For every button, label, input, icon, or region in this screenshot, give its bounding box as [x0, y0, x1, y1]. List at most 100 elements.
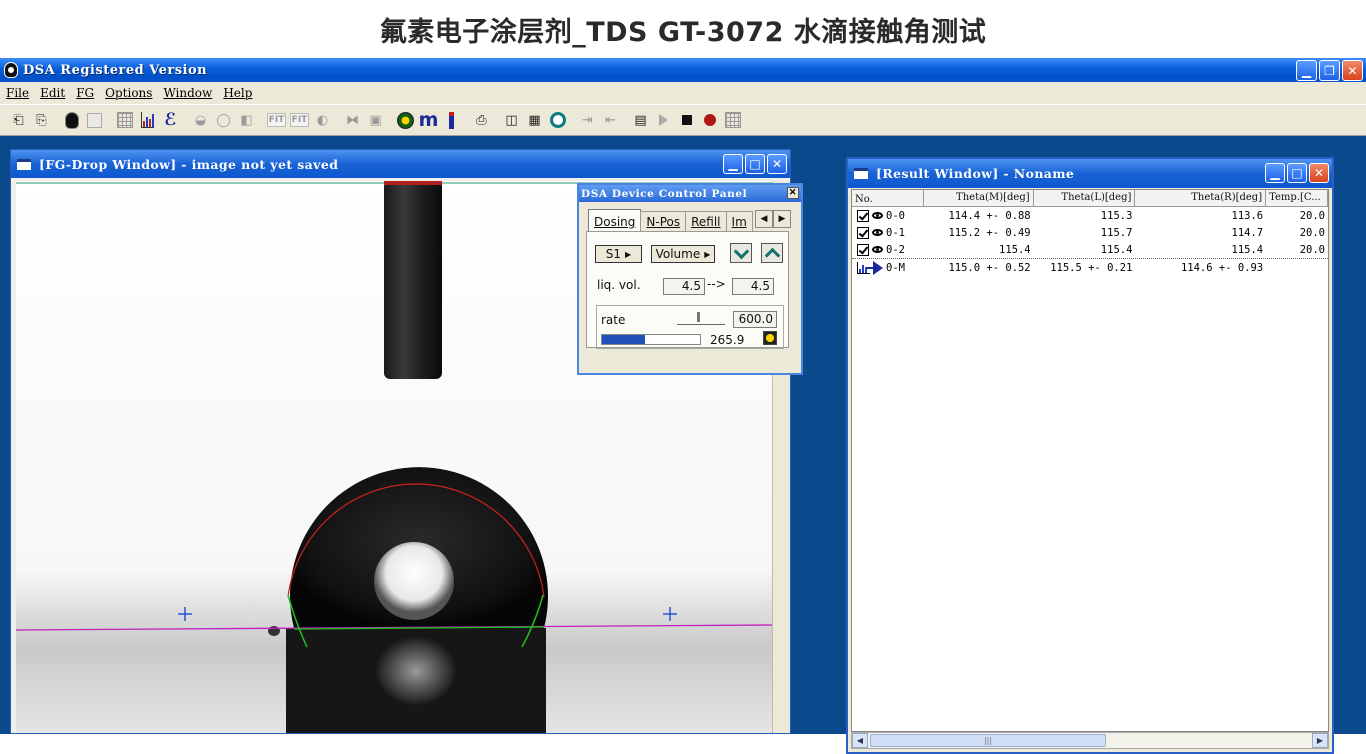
cell-theta-m: 115.4	[999, 243, 1031, 256]
liq-vol-from-field[interactable]: 4.5	[663, 278, 705, 295]
result-minimize-button[interactable]: ▁	[1265, 163, 1285, 183]
table-row-mean[interactable]: 0-M 115.0 +- 0.52 115.5 +- 0.21 114.6 +-…	[852, 259, 1328, 276]
circle-icon[interactable]: ◯	[213, 110, 234, 131]
m-icon[interactable]: m	[418, 109, 439, 131]
camera-icon[interactable]: ▣	[365, 110, 386, 131]
dosing-progress-value: 265.9	[710, 333, 745, 347]
result-horizontal-scrollbar[interactable]: ◀ ||| ▶	[851, 732, 1329, 749]
fit-icon[interactable]: FIT	[266, 110, 287, 131]
cell-theta-l: 115.5 +- 0.21	[1050, 261, 1133, 274]
drop-window-titlebar[interactable]: [FG-Drop Window] - image not yet saved ▁…	[11, 150, 790, 178]
save-icon[interactable]: ⎗	[8, 110, 29, 131]
table-row[interactable]: 0-2 115.4 115.4 115.4 20.0	[852, 241, 1328, 259]
cell-theta-r: 114.7	[1231, 226, 1264, 239]
drop-close-button[interactable]: ✕	[767, 154, 787, 174]
menu-edit[interactable]: Edit	[40, 86, 65, 100]
dosing-progress-fill	[602, 335, 646, 344]
result-maximize-button[interactable]: □	[1287, 163, 1307, 183]
tab-scroll-right-icon[interactable]: ▶	[773, 210, 791, 228]
column-theta-l[interactable]: Theta(L)[deg]	[1033, 190, 1136, 206]
menu-options[interactable]: Options	[105, 86, 152, 100]
column-theta-r[interactable]: Theta(R)[deg]	[1135, 190, 1267, 206]
app-titlebar[interactable]: DSA Registered Version ▁ ❐ ✕	[0, 58, 1366, 82]
column-temp[interactable]: Temp.[C...	[1266, 190, 1328, 206]
fit-all-label: FIT	[289, 113, 310, 127]
restore-button[interactable]: ❐	[1319, 60, 1340, 81]
shape-icon[interactable]: ◐	[312, 110, 333, 131]
device-control-panel: DSA Device Control Panel ✕ Dosing N-Pos …	[577, 183, 803, 375]
menu-window[interactable]: Window	[163, 86, 212, 100]
drop-minimize-button[interactable]: ▁	[723, 154, 743, 174]
app-title: DSA Registered Version	[23, 62, 208, 78]
drop-maximize-button[interactable]: □	[745, 154, 765, 174]
video-icon[interactable]: ◫	[501, 110, 522, 131]
mirror-icon[interactable]: ⧓	[342, 110, 363, 131]
row-id-cell: 0-M	[852, 260, 924, 275]
mode-select-button[interactable]: Volume ▶	[651, 245, 715, 263]
eye-icon	[872, 246, 883, 253]
step-forward-icon[interactable]: ⇥	[577, 110, 598, 131]
lens-icon[interactable]: ◒	[190, 110, 211, 131]
syringe-icon[interactable]	[441, 110, 462, 131]
play-icon[interactable]	[653, 110, 674, 131]
chevron-down-icon	[733, 243, 749, 259]
step-back-icon[interactable]: ⇤	[600, 110, 621, 131]
cell-theta-r: 113.6	[1231, 209, 1264, 222]
result-window: [Result Window] - Noname ▁ □ ✕ No. Theta…	[846, 157, 1334, 754]
fit-all-icon[interactable]: FIT	[289, 110, 310, 131]
tab-dosing[interactable]: Dosing	[588, 209, 642, 231]
cell-theta-r: 115.4	[1231, 243, 1264, 256]
print-icon[interactable]: ⎙	[471, 110, 492, 131]
grid-icon[interactable]	[722, 110, 743, 131]
dial-icon[interactable]	[395, 110, 416, 131]
window-icon	[854, 168, 868, 179]
table-row[interactable]: 0-1 115.2 +- 0.49 115.7 114.7 20.0	[852, 224, 1328, 241]
device-panel-titlebar[interactable]: DSA Device Control Panel ✕	[579, 185, 801, 202]
checkbox-icon[interactable]	[857, 243, 869, 256]
table-icon[interactable]	[114, 110, 135, 131]
syringe-select-button[interactable]: S1 ▶	[595, 245, 642, 263]
film-icon[interactable]: ▤	[630, 110, 651, 131]
liq-vol-arrow: -->	[707, 277, 726, 291]
cell-theta-l: 115.7	[1100, 226, 1133, 239]
scroll-thumb[interactable]: |||	[870, 734, 1106, 747]
banner: 氟素电子涂层剂_TDS GT-3072 水滴接触角测试	[0, 0, 1366, 58]
stop-icon[interactable]	[676, 110, 697, 131]
checkbox-icon[interactable]	[857, 209, 869, 222]
cell-theta-l: 115.4	[1100, 243, 1133, 256]
device-panel-close-button[interactable]: ✕	[787, 187, 799, 199]
page-icon[interactable]	[84, 110, 105, 131]
chart-icon[interactable]	[137, 110, 158, 131]
row-id-cell: 0-0	[852, 209, 924, 222]
caret-right-icon: ▶	[625, 249, 632, 259]
scroll-left-icon[interactable]: ◀	[852, 733, 868, 748]
half-icon[interactable]: ◧	[236, 110, 257, 131]
cell-temp: 20.0	[1299, 243, 1325, 256]
mode-select-label: Volume	[655, 247, 701, 261]
minimize-button[interactable]: ▁	[1296, 60, 1317, 81]
script-icon[interactable]: ℰ	[160, 110, 181, 131]
rate-slider[interactable]	[677, 310, 725, 325]
checkbox-icon[interactable]	[857, 226, 869, 239]
column-no[interactable]: No.	[852, 190, 924, 206]
capture-icon[interactable]: ▦	[524, 110, 545, 131]
result-close-button[interactable]: ✕	[1309, 163, 1329, 183]
menu-help[interactable]: Help	[223, 86, 252, 100]
dose-down-button[interactable]	[730, 243, 752, 263]
liq-vol-to-field[interactable]: 4.5	[732, 278, 774, 295]
rate-field[interactable]: 600.0	[733, 311, 777, 328]
record-icon[interactable]	[699, 110, 720, 131]
open-icon[interactable]: ⎘	[31, 110, 52, 131]
scroll-right-icon[interactable]: ▶	[1312, 733, 1328, 748]
table-row[interactable]: 0-0 114.4 +- 0.88 115.3 113.6 20.0	[852, 207, 1328, 224]
menu-file[interactable]: File	[6, 86, 29, 100]
drop-icon[interactable]	[61, 110, 82, 131]
column-theta-m[interactable]: Theta(M)[deg]	[923, 190, 1034, 206]
dose-up-button[interactable]	[761, 243, 783, 263]
tab-scroll-left-icon[interactable]: ◀	[755, 210, 773, 228]
result-window-titlebar[interactable]: [Result Window] - Noname ▁ □ ✕	[848, 159, 1332, 188]
ring-icon[interactable]	[547, 110, 568, 131]
caret-right-icon: ▶	[704, 249, 711, 259]
close-button[interactable]: ✕	[1342, 60, 1363, 81]
menu-fg[interactable]: FG	[76, 86, 94, 100]
